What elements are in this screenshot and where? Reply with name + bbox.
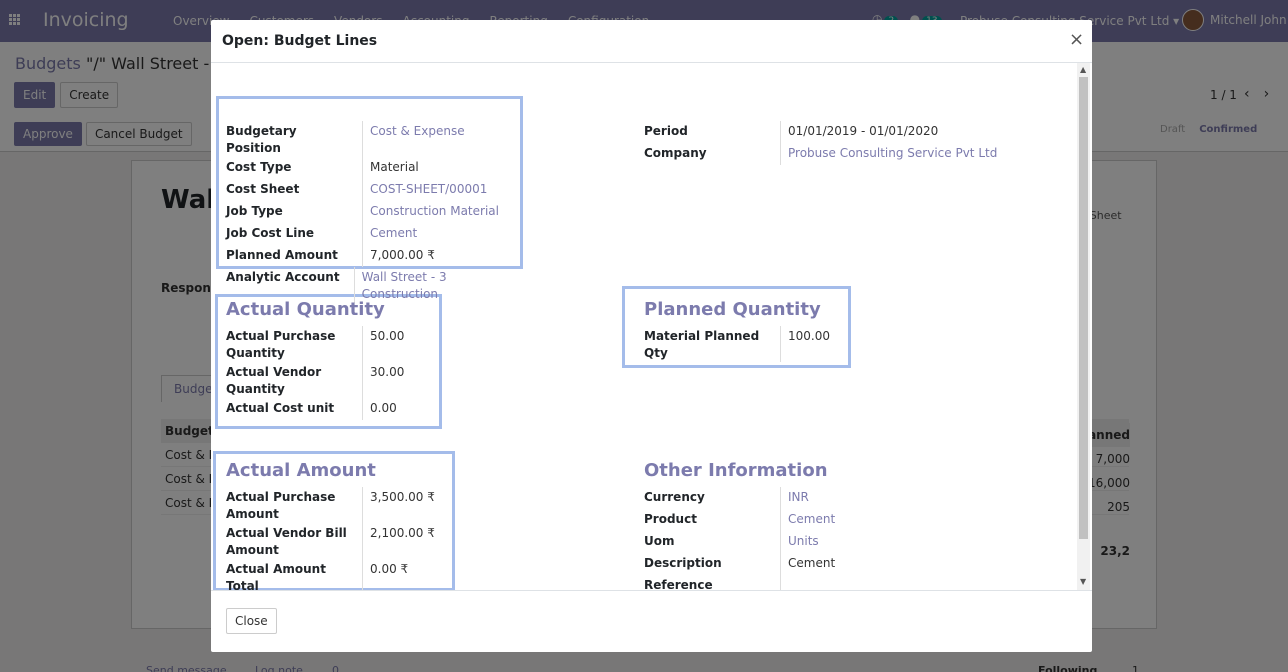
period-company-group: Period 01/01/2019 - 01/01/2020 Company Pro… [644, 121, 1064, 165]
actual-vendor-bill-amount-label: Actual Vendor Bill Amount [226, 526, 347, 557]
material-planned-qty-label: Material Planned Qty [644, 329, 760, 360]
reference-value [780, 575, 788, 590]
scroll-down-icon[interactable]: ▼ [1080, 577, 1086, 586]
actual-amount-title: Actual Amount [226, 460, 376, 481]
actual-cost-unit-value: 0.00 [362, 398, 397, 420]
dialog-scrollbar[interactable]: ▲ ▼ [1077, 63, 1090, 590]
main-fields-group: Budgetary Position Cost & Expense Cost Ty… [226, 121, 516, 303]
actual-amount-total-value: 0.00 ₹ [362, 559, 408, 590]
actual-purchase-quantity-label: Actual Purchase Quantity [226, 329, 336, 360]
company-value[interactable]: Probuse Consulting Service Pvt Ltd [780, 143, 997, 165]
scrollbar-thumb[interactable] [1079, 77, 1088, 539]
actual-vendor-bill-amount-value: 2,100.00 ₹ [362, 523, 435, 559]
product-value[interactable]: Cement [780, 509, 835, 531]
description-label: Description [644, 556, 722, 570]
other-information-title: Other Information [644, 460, 828, 481]
analytic-account-label: Analytic Account [226, 270, 340, 284]
description-value: Cement [780, 553, 835, 575]
reference-label: Reference [644, 578, 713, 590]
planned-amount-label: Planned Amount [226, 248, 338, 262]
dialog-header: Open: Budget Lines × [211, 20, 1092, 63]
period-value: 01/01/2019 - 01/01/2020 [780, 121, 938, 143]
uom-label: Uom [644, 534, 675, 548]
product-label: Product [644, 512, 697, 526]
uom-value[interactable]: Units [780, 531, 819, 553]
job-type-label: Job Type [226, 204, 283, 218]
actual-purchase-quantity-value: 50.00 [362, 326, 404, 362]
dialog-body: Budgetary Position Cost & Expense Cost Ty… [211, 63, 1092, 590]
close-icon[interactable]: × [1069, 29, 1084, 50]
dialog-footer: Close [211, 590, 1092, 652]
actual-cost-unit-label: Actual Cost unit [226, 401, 335, 415]
close-button[interactable]: Close [226, 608, 277, 634]
actual-purchase-amount-label: Actual Purchase Amount [226, 490, 336, 521]
actual-amount-group: Actual Amount Actual Purchase Amount 3,50… [226, 460, 451, 590]
dialog-title: Open: Budget Lines [222, 33, 378, 49]
material-planned-qty-value: 100.00 [780, 326, 830, 362]
currency-label: Currency [644, 490, 705, 504]
cost-sheet-label: Cost Sheet [226, 182, 300, 196]
budgetary-position-value[interactable]: Cost & Expense [362, 121, 465, 157]
other-information-group: Other Information Currency INR Product Cem… [644, 460, 1064, 590]
budget-lines-dialog: Open: Budget Lines × Budgetary Position C… [211, 20, 1092, 652]
actual-amount-total-label: Actual Amount Total [226, 562, 326, 590]
planned-quantity-group: Planned Quantity Material Planned Qty 100… [644, 299, 849, 362]
actual-quantity-title: Actual Quantity [226, 299, 385, 320]
actual-vendor-quantity-value: 30.00 [362, 362, 404, 398]
cost-sheet-value[interactable]: COST-SHEET/00001 [362, 179, 487, 201]
period-label: Period [644, 124, 688, 138]
actual-vendor-quantity-label: Actual Vendor Quantity [226, 365, 322, 396]
scroll-up-icon[interactable]: ▲ [1080, 65, 1086, 74]
job-cost-line-value[interactable]: Cement [362, 223, 417, 245]
planned-quantity-title: Planned Quantity [644, 299, 821, 320]
job-cost-line-label: Job Cost Line [226, 226, 315, 240]
cost-type-label: Cost Type [226, 160, 292, 174]
actual-purchase-amount-value: 3,500.00 ₹ [362, 487, 435, 523]
actual-quantity-group: Actual Quantity Actual Purchase Quantity… [226, 299, 436, 420]
budgetary-position-label: Budgetary Position [226, 124, 297, 155]
currency-value[interactable]: INR [780, 487, 809, 509]
cost-type-value: Material [362, 157, 419, 179]
planned-amount-value: 7,000.00 ₹ [362, 245, 435, 267]
job-type-value[interactable]: Construction Material [362, 201, 499, 223]
analytic-account-value[interactable]: Wall Street - 3 Construction [353, 267, 516, 303]
company-label: Company [644, 146, 707, 160]
